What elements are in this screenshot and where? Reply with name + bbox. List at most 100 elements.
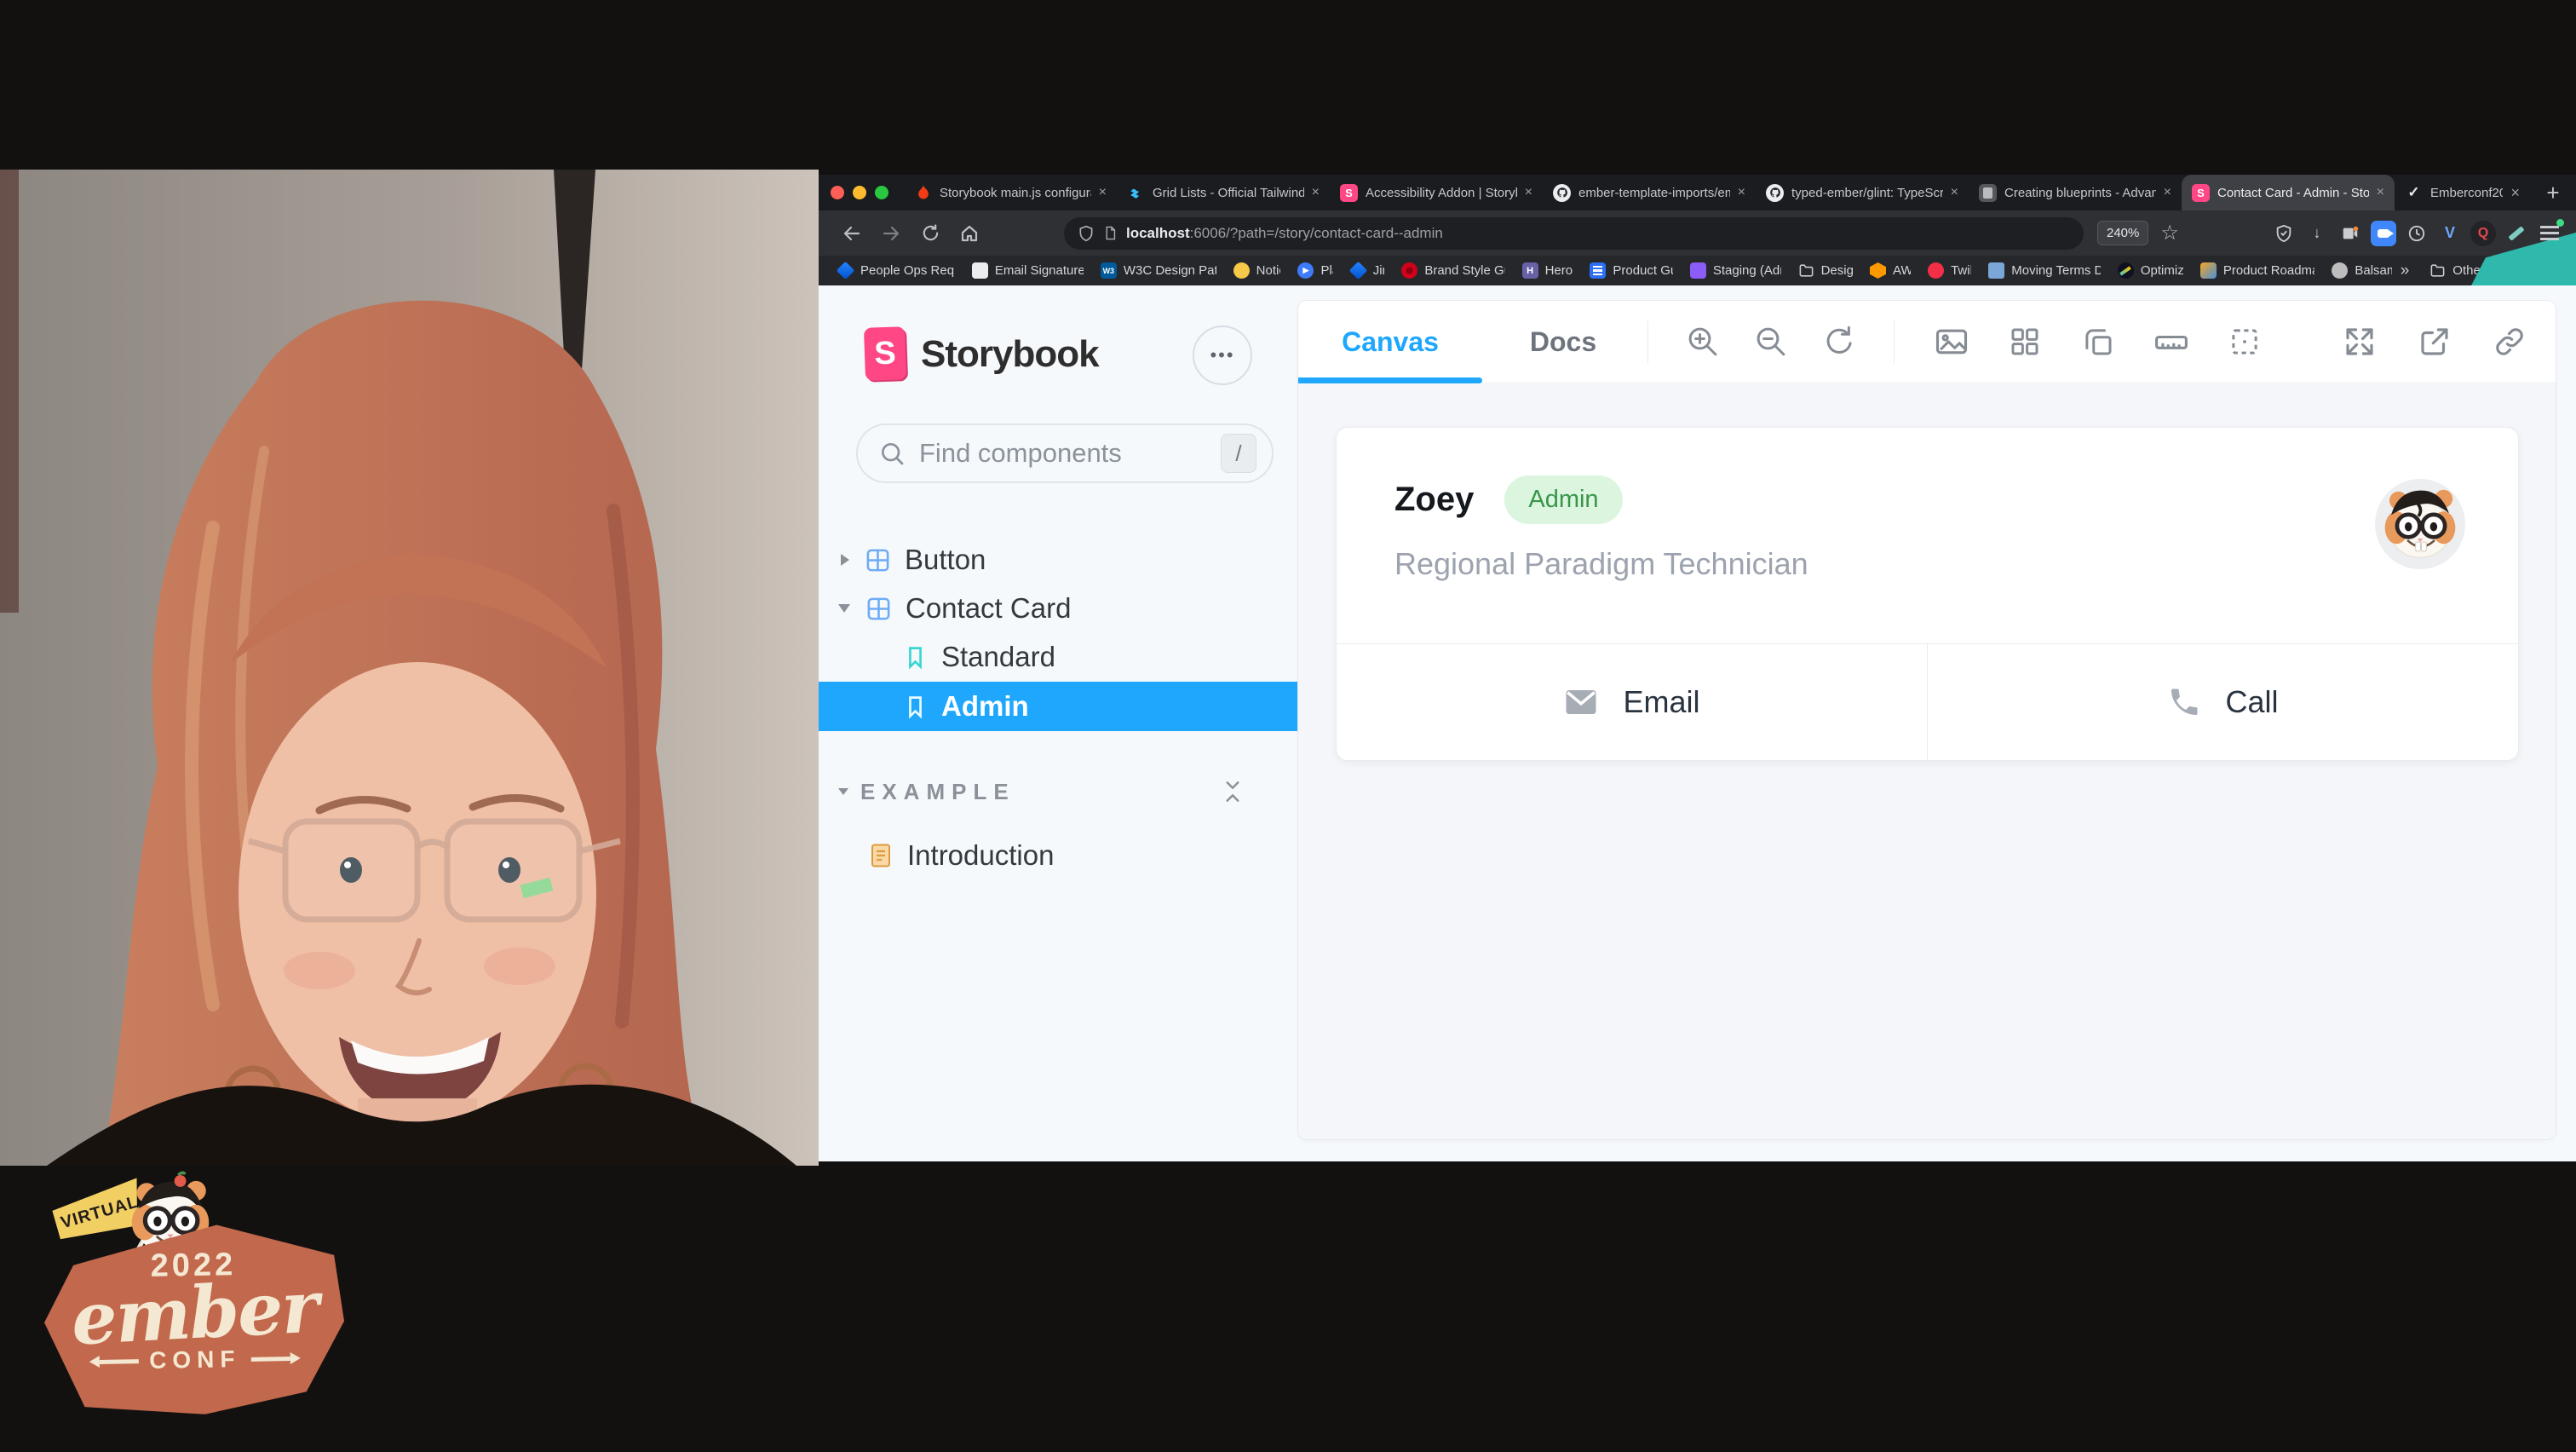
bookmark-star-icon[interactable]: ☆ (2160, 221, 2179, 245)
bookmark-notion[interactable]: Notion (1225, 262, 1290, 279)
bookmark-staging-admin[interactable]: Staging (Admin) (1682, 262, 1790, 279)
new-tab-button[interactable]: + (2530, 180, 2576, 206)
contact-role: Regional Paradigm Technician (1394, 546, 2464, 582)
bookmark-label: Product Guide (1613, 263, 1672, 278)
search-box[interactable]: / (856, 424, 1274, 483)
tab-emberconf-tests[interactable]: ✓ Emberconf2022 Tests × (2395, 175, 2530, 210)
tab-close-icon[interactable]: × (1951, 185, 1958, 200)
v-extension-icon[interactable]: V1 (2437, 221, 2463, 246)
q-extension-icon[interactable]: Q (2470, 221, 2496, 246)
call-button[interactable]: Call (1927, 644, 2518, 760)
bookmark-label: Designs (1821, 263, 1853, 278)
reload-button[interactable] (911, 216, 950, 251)
bookmark-designs[interactable]: Designs (1790, 262, 1861, 279)
bookmark-label: Notion (1256, 263, 1281, 278)
bookmarks-overflow-chevron[interactable]: » (2401, 262, 2410, 280)
chevron-down-icon[interactable] (838, 788, 848, 795)
tab-close-icon[interactable]: × (2377, 185, 2384, 200)
tab-accessibility-addon[interactable]: S Accessibility Addon | Storybo × (1330, 175, 1543, 210)
fullscreen-window-button[interactable] (875, 186, 888, 199)
sidebar-menu-button[interactable]: ••• (1193, 326, 1252, 385)
bookmark-balsamiq[interactable]: Balsamiq (2323, 262, 2400, 279)
collapse-all-icon[interactable] (1220, 779, 1245, 804)
component-icon (865, 547, 891, 573)
tab-ember-template-imports[interactable]: ember-template-imports/emb × (1543, 175, 1756, 210)
bookmark-heroku[interactable]: HHeroku (1514, 262, 1582, 279)
tab-close-icon[interactable]: × (2164, 185, 2171, 200)
product-guide-icon (1590, 262, 1606, 279)
viewport-button[interactable] (2061, 308, 2135, 376)
open-canvas-new-tab-button[interactable] (2397, 308, 2472, 376)
close-window-button[interactable] (831, 186, 844, 199)
chevron-down-icon[interactable] (838, 604, 850, 613)
tab-storybook-config[interactable]: Storybook main.js configuratio × (904, 175, 1117, 210)
bookmark-product-roadmap[interactable]: Product Roadmap (... (2192, 262, 2324, 279)
chevron-right-icon[interactable] (841, 554, 849, 566)
tab-canvas-active[interactable]: Canvas (1298, 301, 1482, 383)
back-button[interactable] (832, 216, 871, 251)
address-bar[interactable]: localhost:6006/?path=/story/contact-card… (1064, 217, 2084, 250)
sidebar-item-contact-card[interactable]: Contact Card (819, 584, 1298, 633)
download-extension-icon[interactable]: ↓ (2304, 221, 2330, 246)
bookmark-moving-terms[interactable]: Moving Terms Dicti... (1980, 262, 2109, 279)
sidebar-item-introduction[interactable]: Introduction (819, 831, 1348, 880)
tab-close-icon[interactable]: × (1099, 185, 1107, 200)
tab-close-icon[interactable]: × (2510, 184, 2520, 202)
change-background-button[interactable] (1915, 308, 1988, 376)
canvas-panel: Canvas Docs (1298, 301, 2556, 1139)
jira-icon (837, 262, 854, 279)
tab-close-icon[interactable]: × (1312, 185, 1320, 200)
call-label: Call (2225, 684, 2278, 720)
storybook-brand-title: Storybook (921, 333, 1099, 376)
twilio-icon (1928, 262, 1944, 279)
tab-docs[interactable]: Docs (1499, 301, 1627, 383)
zoom-in-button[interactable] (1669, 308, 1737, 376)
forward-button[interactable] (871, 216, 911, 251)
copy-link-button[interactable] (2472, 308, 2547, 376)
bookmark-product-guide[interactable]: Product Guide (1581, 262, 1681, 279)
section-label: EXAMPLE (860, 779, 1015, 805)
search-input[interactable] (917, 437, 1209, 470)
extensions-menu-icon[interactable] (2537, 221, 2562, 246)
minimize-window-button[interactable] (853, 186, 866, 199)
pencil-extension-icon[interactable] (2504, 221, 2529, 246)
bookmark-label: Twilio (1951, 263, 1971, 278)
sidebar-item-label: Admin (941, 690, 1029, 723)
bookmark-people-ops[interactable]: People Ops Reques... (829, 262, 963, 279)
tab-close-icon[interactable]: × (1525, 185, 1532, 200)
home-button[interactable] (950, 216, 989, 251)
bookmark-email-signature[interactable]: Email Signature Te... (963, 262, 1092, 279)
tab-title: Contact Card - Admin - Story (2217, 186, 2369, 200)
tab-title: Accessibility Addon | Storybo (1366, 186, 1517, 200)
measure-button[interactable] (2135, 308, 2208, 376)
bookmark-twilio[interactable]: Twilio (1919, 262, 1980, 279)
bookmark-jira[interactable]: Jira (1342, 262, 1394, 279)
tab-typed-ember-glint[interactable]: typed-ember/glint: TypeScrip × (1756, 175, 1969, 210)
tab-contact-card-admin-active[interactable]: S Contact Card - Admin - Story × (2182, 175, 2395, 210)
tab-creating-blueprints[interactable]: Creating blueprints - Advanced u × (1969, 175, 2182, 210)
sidebar-item-button[interactable]: Button (819, 535, 1298, 585)
v-extension-glyph: V (2445, 224, 2455, 242)
tab-tailwind-grid-lists[interactable]: Grid Lists - Official Tailwind C × (1117, 175, 1330, 210)
tab-strip: Storybook main.js configuratio × Grid Li… (904, 175, 2530, 210)
bookmark-brand-style-guide[interactable]: Brand Style Guid... (1393, 262, 1513, 279)
outline-button[interactable] (2208, 308, 2281, 376)
shield-check-extension-icon[interactable] (2271, 221, 2297, 246)
email-button[interactable]: Email (1337, 644, 1927, 760)
zoom-out-button[interactable] (1737, 308, 1805, 376)
fullscreen-button[interactable] (2322, 308, 2397, 376)
tab-title: ember-template-imports/emb (1578, 186, 1730, 200)
sidebar-section-example[interactable]: EXAMPLE (819, 767, 1298, 816)
grid-toggle-button[interactable] (1988, 308, 2061, 376)
zoom-level-badge[interactable]: 240% (2097, 221, 2148, 245)
clock-extension-icon[interactable] (2404, 221, 2429, 246)
bookmark-plai[interactable]: ▶Plai (1289, 262, 1341, 279)
tab-close-icon[interactable]: × (1738, 185, 1745, 200)
bookmark-optimizely[interactable]: Optimizely (2109, 262, 2192, 279)
zoom-app-extension-icon[interactable] (2371, 221, 2396, 246)
camera-extension-icon[interactable] (2337, 221, 2363, 246)
bookmark-aws[interactable]: AWS (1861, 262, 1919, 279)
sidebar-item-label: Introduction (907, 839, 1054, 872)
zoom-reset-button[interactable] (1805, 308, 1873, 376)
bookmark-w3c-design-patterns[interactable]: W3W3C Design Patterns (1092, 262, 1225, 279)
